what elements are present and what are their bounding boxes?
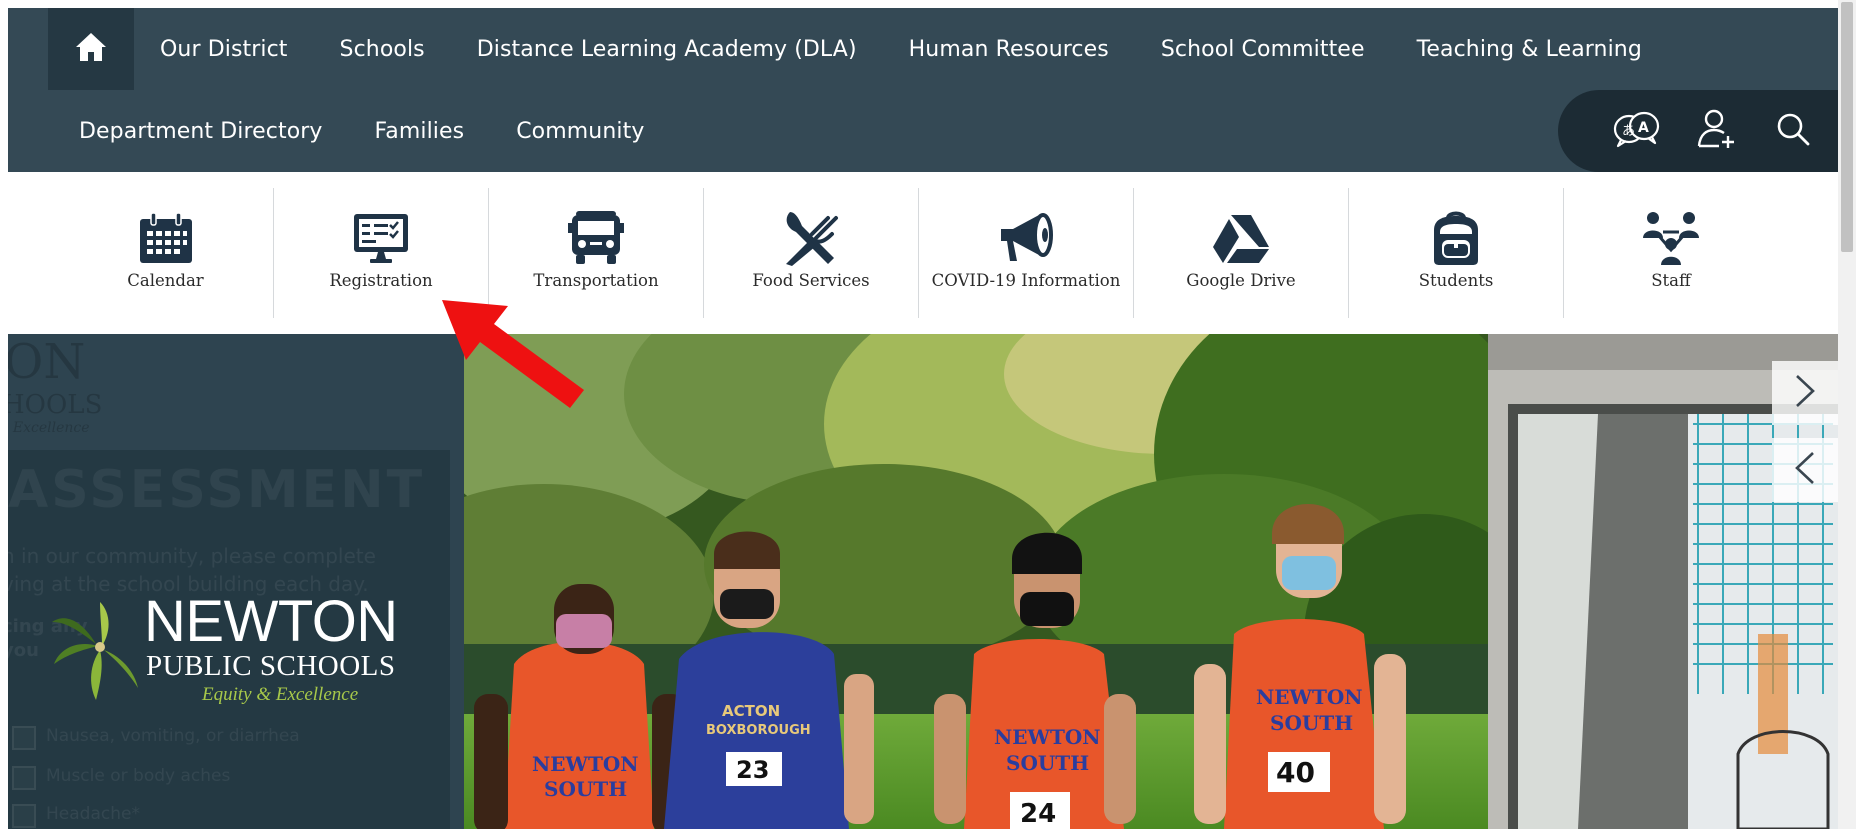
svg-text:SOUTH: SOUTH <box>1270 711 1353 735</box>
carousel-next-button[interactable] <box>1772 361 1838 425</box>
primary-nav: Our District Schools Distance Learning A… <box>134 8 1668 90</box>
monitor-checklist-icon <box>352 210 410 266</box>
quick-link-label: Calendar <box>127 271 204 290</box>
background-heading: ASSESSMENT <box>8 460 426 520</box>
logo-name: NEWTON <box>144 589 398 654</box>
search-icon <box>1775 111 1811 151</box>
quick-link-label: Transportation <box>533 271 659 290</box>
nav-teaching-learning[interactable]: Teaching & Learning <box>1391 37 1668 62</box>
secondary-nav: Department Directory Families Community <box>53 90 670 172</box>
account-button[interactable] <box>1682 90 1752 172</box>
chevron-left-icon <box>1794 451 1816 489</box>
nav-human-resources[interactable]: Human Resources <box>883 37 1135 62</box>
backpack-icon <box>1430 210 1482 266</box>
nav-families[interactable]: Families <box>349 119 491 144</box>
quick-link-label: Staff <box>1651 271 1691 290</box>
leaf-logo-icon <box>52 602 138 700</box>
hero-carousel: ON HOOLS l Excellence ASSESSMENT n in ou… <box>8 334 1838 829</box>
nav-department-directory[interactable]: Department Directory <box>53 119 349 144</box>
chevron-right-icon <box>1794 374 1816 412</box>
background-text: n in our community, please complete <box>8 544 376 568</box>
svg-text:あ: あ <box>1622 124 1635 139</box>
nav-distance-learning-academy[interactable]: Distance Learning Academy (DLA) <box>451 37 883 62</box>
svg-text:ACTON: ACTON <box>722 702 780 720</box>
user-add-icon <box>1697 108 1737 154</box>
background-text: HOOLS <box>8 390 103 420</box>
svg-text:NEWTON: NEWTON <box>532 752 639 776</box>
background-checkbox <box>12 766 36 790</box>
background-text: Headache* <box>46 804 140 824</box>
quick-link-label: Students <box>1418 271 1494 290</box>
nav-our-district[interactable]: Our District <box>134 37 314 62</box>
nav-schools[interactable]: Schools <box>314 37 451 62</box>
quick-link-label: COVID-19 Information <box>931 271 1121 290</box>
quick-link-label: Food Services <box>752 271 870 290</box>
utility-bar: あ A <box>1558 90 1838 172</box>
scrollbar-thumb[interactable] <box>1841 2 1853 252</box>
svg-text:SOUTH: SOUTH <box>544 777 627 801</box>
quick-link-google-drive[interactable]: Google Drive <box>1133 188 1348 318</box>
bib-number: 23 <box>736 756 769 784</box>
nav-community[interactable]: Community <box>490 119 670 144</box>
home-icon <box>74 31 108 67</box>
svg-text:SOUTH: SOUTH <box>1006 751 1089 775</box>
quick-link-staff[interactable]: Staff <box>1563 188 1778 318</box>
search-button[interactable] <box>1758 90 1828 172</box>
staff-group-icon <box>1641 210 1701 266</box>
quick-link-food-services[interactable]: Food Services <box>703 188 918 318</box>
background-text: Nausea, vomiting, or diarrhea <box>46 726 300 746</box>
home-button[interactable] <box>48 8 134 90</box>
logo-tagline: Equity & Excellence <box>202 684 359 705</box>
bib-number: 24 <box>1020 799 1056 829</box>
vertical-scrollbar[interactable] <box>1838 0 1856 829</box>
background-checkbox <box>12 804 36 828</box>
translate-button[interactable]: あ A <box>1602 90 1672 172</box>
hero-left-panel: ON HOOLS l Excellence ASSESSMENT n in ou… <box>8 334 464 829</box>
quick-link-label: Google Drive <box>1186 271 1296 290</box>
google-drive-icon <box>1213 210 1269 266</box>
calendar-icon <box>138 210 194 266</box>
hero-slide-image: NEWTON SOUTH ACTON BOXBOROUGH 23 NEWTON … <box>464 334 1488 829</box>
background-text: l Excellence <box>8 420 90 436</box>
newton-public-schools-logo[interactable]: NEWTON PUBLIC SCHOOLS Equity & Excellenc… <box>50 592 410 712</box>
quick-link-covid-19-information[interactable]: COVID-19 Information <box>918 188 1133 318</box>
red-arrow-annotation <box>442 300 584 408</box>
svg-text:BOXBOROUGH: BOXBOROUGH <box>706 723 811 738</box>
quick-links-bar: Calendar Registration Transportation Foo… <box>8 172 1838 334</box>
background-text: Muscle or body aches <box>46 766 231 786</box>
translate-icon: あ A <box>1611 109 1663 153</box>
logo-subtitle: PUBLIC SCHOOLS <box>146 650 396 682</box>
bib-number: 40 <box>1276 756 1315 789</box>
megaphone-icon <box>997 210 1055 266</box>
main-navigation: Our District Schools Distance Learning A… <box>8 8 1838 172</box>
background-text: you <box>8 640 39 661</box>
quick-link-label: Registration <box>329 271 433 290</box>
quick-link-students[interactable]: Students <box>1348 188 1563 318</box>
nav-school-committee[interactable]: School Committee <box>1135 37 1391 62</box>
fork-knife-icon <box>782 210 840 266</box>
background-text: ON <box>8 334 86 390</box>
background-checkbox <box>12 726 36 750</box>
svg-text:NEWTON: NEWTON <box>1256 685 1363 709</box>
quick-link-calendar[interactable]: Calendar <box>58 188 273 318</box>
svg-text:A: A <box>1638 120 1649 136</box>
svg-text:NEWTON: NEWTON <box>994 725 1101 749</box>
carousel-previous-button[interactable] <box>1772 438 1838 502</box>
school-bus-icon <box>568 210 624 266</box>
